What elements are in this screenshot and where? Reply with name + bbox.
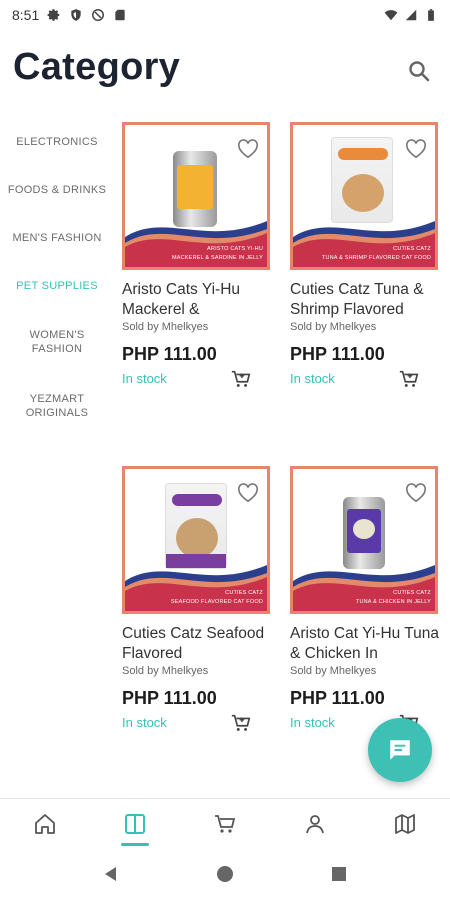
- sidebar-item-pet-supplies[interactable]: PET SUPPLIES: [0, 262, 114, 310]
- heart-icon[interactable]: [405, 483, 427, 503]
- heart-icon[interactable]: [405, 139, 427, 159]
- product-price: PHP 111.00: [290, 344, 385, 364]
- bottom-nav: [0, 798, 450, 848]
- sidebar-item-electronics[interactable]: ELECTRONICS: [0, 118, 114, 166]
- bag-logo: [338, 148, 388, 160]
- heart-icon[interactable]: [237, 139, 259, 159]
- sidebar-item-womens-fashion[interactable]: WOMEN'S FASHION: [0, 310, 114, 374]
- seller-name: Sold by Mhelkyes: [122, 321, 209, 333]
- product-card[interactable]: CUTIES CATZ SEAFOOD FLAVORED CAT FOOD Cu…: [122, 466, 272, 756]
- back-icon[interactable]: [102, 865, 120, 883]
- cat-picture: [353, 519, 375, 539]
- chat-icon: [390, 740, 410, 760]
- search-button[interactable]: [404, 56, 434, 86]
- home-icon: [35, 813, 55, 834]
- shield-icon: [71, 9, 81, 21]
- settings-icon: [47, 9, 60, 21]
- heart-icon[interactable]: [237, 483, 259, 503]
- seller-name: Sold by Mhelkyes: [290, 665, 377, 677]
- nav-category[interactable]: [90, 799, 180, 848]
- account-icon: [306, 814, 324, 833]
- product-image[interactable]: CUTIES CATZ SEAFOOD FLAVORED CAT FOOD: [122, 466, 270, 614]
- stock-status: In stock: [290, 715, 335, 730]
- sidebar-item-foods-drinks[interactable]: FOODS & DRINKS: [0, 166, 114, 214]
- sidebar-item-yezmart-originals[interactable]: YEZMART ORIGINALS: [0, 374, 114, 438]
- search-icon: [409, 61, 430, 82]
- category-sidebar: ELECTRONICS FOODS & DRINKS MEN'S FASHION…: [0, 118, 114, 438]
- seller-name: Sold by Mhelkyes: [290, 321, 377, 333]
- recents-icon[interactable]: [330, 865, 348, 883]
- product-image[interactable]: CUTIES CATZ TUNA & SHRIMP FLAVORED CAT F…: [290, 122, 438, 270]
- band-subtitle: TUNA & SHRIMP FLAVORED CAT FOOD: [321, 255, 431, 261]
- product-card[interactable]: CUTIES CATZ TUNA & SHRIMP FLAVORED CAT F…: [290, 122, 440, 412]
- status-bar: 8:51: [0, 0, 450, 30]
- header: Category: [0, 38, 450, 98]
- band-title: CUTIES CATZ: [393, 590, 431, 596]
- system-nav-bar: [0, 848, 450, 900]
- page-title: Category: [13, 46, 181, 88]
- product-image[interactable]: CUTIES CATZ TUNA & CHICKEN IN JELLY: [290, 466, 438, 614]
- chat-button[interactable]: [368, 718, 432, 782]
- stock-status: In stock: [290, 371, 335, 386]
- nav-map[interactable]: [360, 799, 450, 848]
- home-button-icon[interactable]: [216, 865, 234, 883]
- product-price: PHP 111.00: [122, 344, 217, 364]
- status-time: 8:51: [12, 7, 40, 23]
- sd-card-icon: [115, 9, 125, 21]
- product-card[interactable]: CUTIES CATZ TUNA & CHICKEN IN JELLY Aris…: [290, 466, 440, 756]
- sidebar-item-mens-fashion[interactable]: MEN'S FASHION: [0, 214, 114, 262]
- bag-logo: [172, 494, 222, 506]
- product-name[interactable]: Aristo Cats Yi-Hu Mackerel &: [122, 280, 272, 320]
- product-image[interactable]: ARISTO CATS YI-HU MACKEREL & SARDINE IN …: [122, 122, 270, 270]
- nav-home[interactable]: [0, 799, 90, 848]
- nav-account[interactable]: [270, 799, 360, 848]
- can-label: [177, 165, 213, 209]
- band-subtitle: SEAFOOD FLAVORED CAT FOOD: [170, 599, 263, 605]
- wifi-icon: [384, 10, 398, 21]
- band-subtitle: MACKEREL & SARDINE IN JELLY: [172, 255, 263, 261]
- add-to-cart-icon[interactable]: [398, 368, 420, 390]
- product-name[interactable]: Cuties Catz Seafood Flavored: [122, 624, 272, 664]
- product-price: PHP 111.00: [290, 688, 385, 708]
- battery-icon: [428, 9, 434, 21]
- no-disturb-icon: [92, 9, 105, 21]
- band-title: ARISTO CATS YI-HU: [207, 246, 263, 252]
- band-subtitle: TUNA & CHICKEN IN JELLY: [355, 599, 431, 605]
- map-icon: [395, 813, 415, 834]
- category-icon: [125, 813, 145, 834]
- band-title: CUTIES CATZ: [393, 246, 431, 252]
- nav-cart[interactable]: [180, 799, 270, 848]
- seller-name: Sold by Mhelkyes: [122, 665, 209, 677]
- product-name[interactable]: Cuties Catz Tuna & Shrimp Flavored: [290, 280, 440, 320]
- stock-status: In stock: [122, 371, 167, 386]
- add-to-cart-icon[interactable]: [230, 712, 252, 734]
- stock-status: In stock: [122, 715, 167, 730]
- signal-icon: [405, 9, 417, 21]
- product-name[interactable]: Aristo Cat Yi-Hu Tuna & Chicken In: [290, 624, 440, 664]
- product-price: PHP 111.00: [122, 688, 217, 708]
- band-title: CUTIES CATZ: [225, 590, 263, 596]
- cart-icon: [215, 814, 236, 833]
- add-to-cart-icon[interactable]: [230, 368, 252, 390]
- product-card[interactable]: ARISTO CATS YI-HU MACKEREL & SARDINE IN …: [122, 122, 272, 412]
